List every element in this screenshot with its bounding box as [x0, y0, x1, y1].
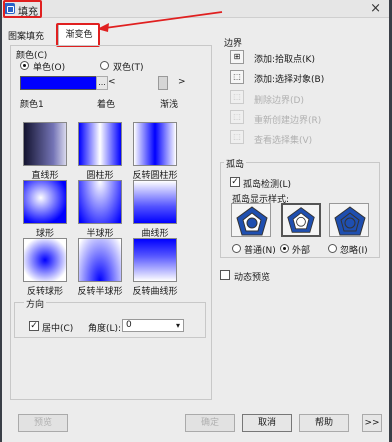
gradient-invspherical-label: 反转球形	[26, 287, 63, 297]
single-color-label: 单色(O)	[33, 63, 66, 73]
gradient-invspherical-swatch[interactable]	[23, 238, 67, 282]
angle-value: 0	[126, 320, 132, 330]
tint-label: 着色	[97, 100, 116, 110]
gradient-hemispherical-swatch[interactable]	[78, 180, 122, 224]
island-outer-button[interactable]	[281, 203, 321, 237]
islands-title: 孤岛	[224, 157, 247, 170]
expand-button[interactable]: >>	[362, 414, 382, 432]
island-outer-icon	[287, 207, 315, 233]
gradient-invcylinder-swatch[interactable]	[133, 122, 177, 166]
gradient-linear-swatch[interactable]	[23, 122, 67, 166]
island-normal-label: 普通(N)	[244, 246, 276, 256]
color1-label: 颜色1	[20, 100, 44, 110]
angle-combo[interactable]: 0 ▾	[122, 319, 184, 332]
island-normal-icon	[236, 206, 268, 236]
slider-right-arrow-icon[interactable]: >	[178, 77, 186, 87]
remove-boundary-icon: ⬚	[230, 90, 244, 104]
ok-button[interactable]: 确定	[185, 414, 235, 432]
shade-slider[interactable]: < >	[108, 76, 186, 90]
boundaries-title: 边界	[224, 39, 243, 49]
island-detect-label: 孤岛检测(L)	[243, 180, 292, 190]
island-ignore-icon	[334, 206, 366, 236]
shade-label: 渐浅	[160, 100, 179, 110]
select-objects-icon[interactable]: ⬚	[230, 70, 244, 84]
slider-left-arrow-icon[interactable]: <	[108, 77, 116, 87]
orientation-title: 方向	[24, 297, 47, 310]
gradient-invhemispherical-label: 反转半球形	[77, 287, 123, 297]
help-button[interactable]: 帮助	[299, 414, 349, 432]
island-outer-radio[interactable]	[280, 244, 289, 253]
preview-button[interactable]: 预览	[18, 414, 68, 432]
gradient-curved-swatch[interactable]	[133, 180, 177, 224]
hatch-dialog: 填充 × 图案填充 渐变色 颜色(C) 单色(O) 双色(T) ... < > …	[0, 0, 392, 442]
slider-thumb[interactable]	[158, 76, 168, 90]
close-icon[interactable]: ×	[370, 1, 381, 16]
tab-highlight-box	[56, 23, 100, 47]
select-objects-label[interactable]: 添加:选择对象(B)	[254, 72, 324, 85]
view-selections-label: 查看选择集(V)	[254, 136, 313, 146]
island-ignore-button[interactable]	[329, 203, 369, 237]
angle-label: 角度(L):	[88, 324, 122, 334]
recreate-boundary-label: 重新创建边界(R)	[254, 116, 322, 126]
remove-boundary-label: 删除边界(D)	[254, 96, 304, 106]
dynamic-preview-checkbox[interactable]	[220, 270, 230, 280]
island-normal-button[interactable]	[231, 203, 271, 237]
single-color-radio[interactable]	[20, 61, 29, 70]
recreate-boundary-icon: ⬚	[230, 110, 244, 124]
gradient-cylinder-swatch[interactable]	[78, 122, 122, 166]
title-highlight-box	[3, 0, 42, 18]
island-normal-radio[interactable]	[232, 244, 241, 253]
gradient-invhemispherical-swatch[interactable]	[78, 238, 122, 282]
tab-hatch[interactable]: 图案填充	[8, 28, 44, 46]
color-browse-button[interactable]: ...	[96, 76, 108, 90]
dynamic-preview-label: 动态预览	[234, 273, 271, 283]
two-color-radio[interactable]	[100, 61, 109, 70]
centered-checkbox[interactable]: ✓	[29, 321, 39, 331]
island-detect-checkbox[interactable]: ✓	[230, 177, 240, 187]
pick-point-label[interactable]: 添加:拾取点(K)	[254, 52, 315, 65]
color1-swatch[interactable]	[20, 76, 98, 90]
island-ignore-radio[interactable]	[328, 244, 337, 253]
chevron-down-icon[interactable]: ▾	[176, 320, 180, 331]
gradient-invcurved-label: 反转曲线形	[132, 287, 178, 297]
gradient-spherical-swatch[interactable]	[23, 180, 67, 224]
pick-point-icon[interactable]: ⊞	[230, 50, 244, 64]
two-color-label: 双色(T)	[113, 63, 144, 73]
gradient-invcurved-swatch[interactable]	[133, 238, 177, 282]
island-ignore-label: 忽略(I)	[340, 246, 368, 256]
centered-label: 居中(C)	[42, 324, 74, 334]
tab-strip: 图案填充 渐变色	[6, 24, 216, 46]
island-outer-label: 外部	[292, 246, 311, 256]
cancel-button[interactable]: 取消	[242, 414, 292, 432]
view-selections-icon: ⬚	[230, 130, 244, 144]
